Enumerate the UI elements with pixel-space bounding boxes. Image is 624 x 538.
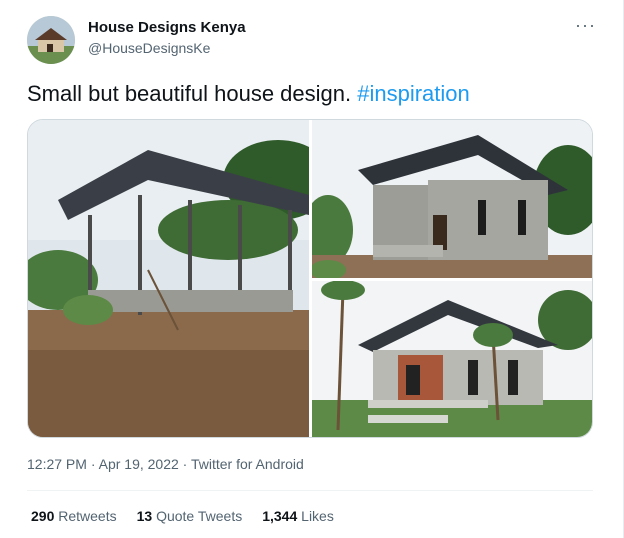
engagement-stats: 290 Retweets 13 Quote Tweets 1,344 Likes: [31, 508, 334, 524]
divider: [27, 490, 593, 491]
photo-construction[interactable]: [28, 120, 333, 438]
quote-tweets-label: Quote Tweets: [156, 508, 243, 524]
tweet-body: Small but beautiful house design.: [27, 81, 358, 106]
tweet-metadata: 12:27 PM · Apr 19, 2022 · Twitter for An…: [27, 456, 304, 472]
tweet-text: Small but beautiful house design. #inspi…: [27, 80, 470, 108]
more-horizontal-icon[interactable]: ···: [575, 15, 596, 36]
quote-tweets-count: 13: [136, 508, 153, 524]
separator: ·: [178, 456, 191, 472]
tweet-card: House Designs Kenya @HouseDesignsKe ··· …: [0, 0, 624, 538]
hashtag-link[interactable]: #inspiration: [357, 81, 470, 106]
tweet-client[interactable]: Twitter for Android: [191, 456, 304, 472]
likes-label: Likes: [301, 508, 334, 524]
photo-finished-house[interactable]: [312, 280, 593, 438]
tweet-date[interactable]: Apr 19, 2022: [99, 456, 179, 472]
likes-stat[interactable]: 1,344 Likes: [262, 508, 334, 524]
media-grid: [27, 119, 593, 438]
separator: ·: [86, 456, 99, 472]
retweets-count: 290: [31, 508, 55, 524]
tweet-time[interactable]: 12:27 PM: [27, 456, 87, 472]
retweets-label: Retweets: [58, 508, 117, 524]
author-name[interactable]: House Designs Kenya: [88, 19, 246, 36]
retweets-stat[interactable]: 290 Retweets: [31, 508, 117, 524]
photo-block-house[interactable]: [303, 120, 593, 280]
author-handle[interactable]: @HouseDesignsKe: [88, 40, 210, 56]
likes-count: 1,344: [262, 508, 298, 524]
quote-tweets-stat[interactable]: 13 Quote Tweets: [137, 508, 243, 524]
avatar[interactable]: [27, 16, 75, 64]
